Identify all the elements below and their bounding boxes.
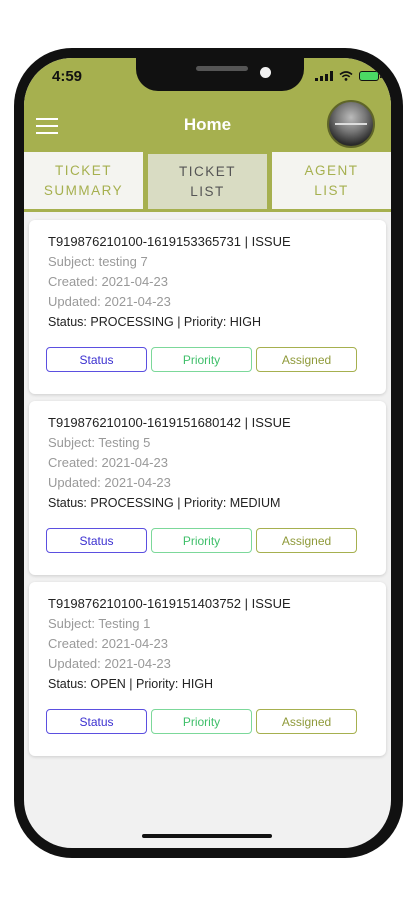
ticket-actions: Status Priority Assigned bbox=[46, 709, 357, 734]
priority-button[interactable]: Priority bbox=[151, 347, 252, 372]
tab-ticket-list[interactable]: TICKET LIST bbox=[146, 152, 269, 212]
avatar[interactable] bbox=[327, 100, 375, 148]
tab-bar: TICKET SUMMARY TICKET LIST AGENT LIST bbox=[24, 152, 391, 212]
ticket-card[interactable]: T919876210100-1619151403752 | ISSUE Subj… bbox=[29, 582, 386, 756]
ticket-updated: Updated: 2021-04-23 bbox=[48, 475, 171, 490]
ticket-subject: Subject: testing 7 bbox=[48, 254, 148, 269]
tab-label: AGENT bbox=[304, 162, 359, 178]
home-indicator[interactable] bbox=[142, 834, 272, 838]
notch bbox=[136, 58, 304, 91]
ticket-actions: Status Priority Assigned bbox=[46, 347, 357, 372]
tab-label: LIST bbox=[190, 183, 225, 199]
ticket-id: T919876210100-1619153365731 | ISSUE bbox=[48, 234, 291, 249]
camera bbox=[260, 67, 271, 78]
speaker bbox=[196, 66, 248, 71]
ticket-created: Created: 2021-04-23 bbox=[48, 274, 168, 289]
status-button[interactable]: Status bbox=[46, 528, 147, 553]
tab-label: TICKET bbox=[178, 163, 236, 179]
ticket-status-line: Status: PROCESSING | Priority: HIGH bbox=[48, 315, 262, 329]
priority-button[interactable]: Priority bbox=[151, 709, 252, 734]
tab-label: SUMMARY bbox=[43, 182, 124, 198]
ticket-list: T919876210100-1619153365731 | ISSUE Subj… bbox=[29, 220, 386, 763]
ticket-status-line: Status: OPEN | Priority: HIGH bbox=[48, 677, 214, 691]
ticket-actions: Status Priority Assigned bbox=[46, 528, 357, 553]
ticket-card[interactable]: T919876210100-1619151680142 | ISSUE Subj… bbox=[29, 401, 386, 575]
app-screen: 4:59 Home TICKET SUMMARY TICKET LIST AGE… bbox=[24, 58, 391, 848]
ticket-updated: Updated: 2021-04-23 bbox=[48, 294, 171, 309]
tab-agent-list[interactable]: AGENT LIST bbox=[272, 152, 391, 212]
priority-button[interactable]: Priority bbox=[151, 528, 252, 553]
tab-label: LIST bbox=[314, 182, 349, 198]
ticket-created: Created: 2021-04-23 bbox=[48, 636, 168, 651]
ticket-status-line: Status: PROCESSING | Priority: MEDIUM bbox=[48, 496, 281, 510]
assigned-button[interactable]: Assigned bbox=[256, 528, 357, 553]
status-button[interactable]: Status bbox=[46, 347, 147, 372]
signal-icon bbox=[315, 71, 333, 81]
ticket-card[interactable]: T919876210100-1619153365731 | ISSUE Subj… bbox=[29, 220, 386, 394]
tab-label: TICKET bbox=[54, 162, 112, 178]
battery-icon bbox=[359, 71, 382, 81]
ticket-created: Created: 2021-04-23 bbox=[48, 455, 168, 470]
assigned-button[interactable]: Assigned bbox=[256, 709, 357, 734]
ticket-updated: Updated: 2021-04-23 bbox=[48, 656, 171, 671]
clock: 4:59 bbox=[52, 68, 83, 85]
ticket-id: T919876210100-1619151680142 | ISSUE bbox=[48, 415, 291, 430]
status-button[interactable]: Status bbox=[46, 709, 147, 734]
ticket-id: T919876210100-1619151403752 | ISSUE bbox=[48, 596, 291, 611]
status-icons bbox=[315, 71, 382, 81]
ticket-subject: Subject: Testing 5 bbox=[48, 435, 151, 450]
assigned-button[interactable]: Assigned bbox=[256, 347, 357, 372]
status-bar: 4:59 bbox=[24, 58, 391, 100]
tab-ticket-summary[interactable]: TICKET SUMMARY bbox=[24, 152, 143, 212]
wifi-icon bbox=[339, 71, 353, 81]
app-bar: Home bbox=[24, 100, 391, 152]
ticket-subject: Subject: Testing 1 bbox=[48, 616, 151, 631]
